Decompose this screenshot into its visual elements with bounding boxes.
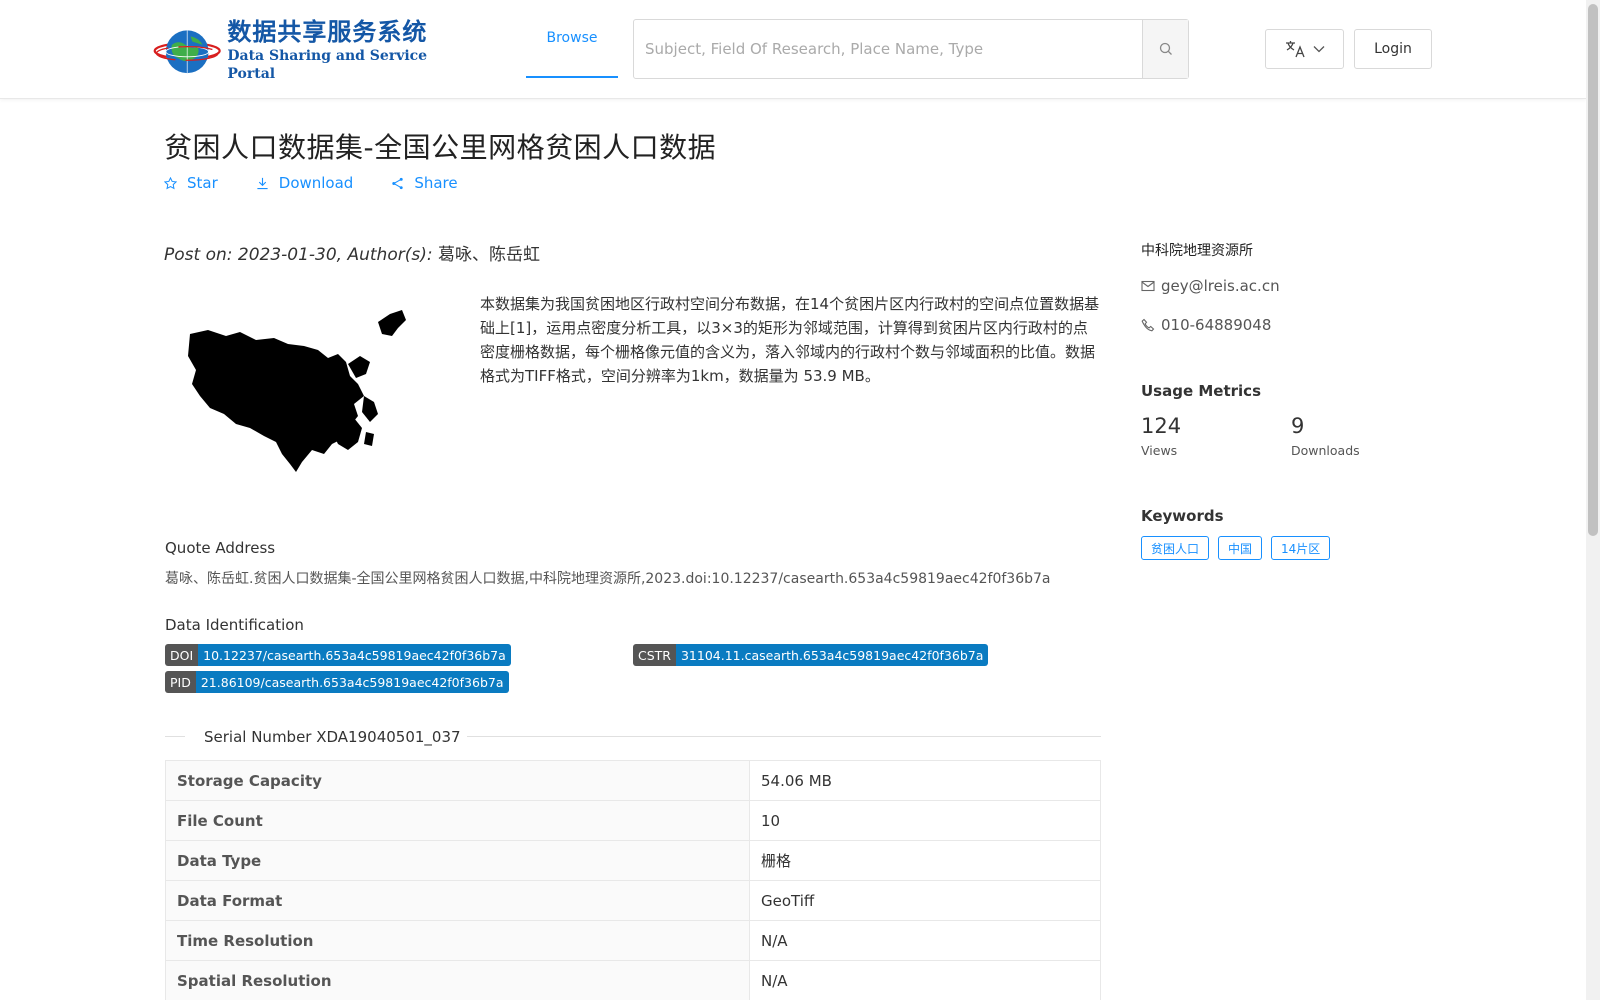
table-cell-value: N/A xyxy=(749,960,1101,1000)
table-row: File Count 10 xyxy=(165,800,1101,841)
globe-logo-icon xyxy=(153,30,221,74)
cstr-badge[interactable]: CSTR 31104.11.casearth.653a4c59819aec42f… xyxy=(633,644,989,666)
table-cell-key: Time Resolution xyxy=(165,920,750,961)
cstr-badge-value: 31104.11.casearth.653a4c59819aec42f0f36b… xyxy=(675,644,989,666)
divider xyxy=(165,736,185,737)
table-row: Spatial Resolution N/A xyxy=(165,960,1101,1000)
email-text: gey@lreis.ac.cn xyxy=(1161,277,1280,295)
table-cell-key: Spatial Resolution xyxy=(165,960,750,1000)
login-button[interactable]: Login xyxy=(1354,29,1432,69)
data-identification-label: Data Identification xyxy=(165,616,304,634)
page-title: 贫困人口数据集-全国公里网格贫困人口数据 xyxy=(164,131,717,164)
downloads-count: 9 xyxy=(1291,414,1305,438)
top-navbar: 数据共享服务系统 Data Sharing and Service Portal… xyxy=(0,0,1586,99)
download-button[interactable]: Download xyxy=(256,174,354,192)
table-row: Time Resolution N/A xyxy=(165,920,1101,961)
cstr-badge-key: CSTR xyxy=(633,644,676,666)
table-cell-value: 栅格 xyxy=(749,840,1101,881)
doi-badge-value: 10.12237/casearth.653a4c59819aec42f0f36b… xyxy=(198,644,511,666)
logo-title-en: Data Sharing and Service Portal xyxy=(227,48,428,82)
star-label: Star xyxy=(187,174,218,192)
table-row: Data Type 栅格 xyxy=(165,840,1101,881)
pid-badge[interactable]: PID 21.86109/casearth.653a4c59819aec42f0… xyxy=(165,671,509,693)
table-cell-key: File Count xyxy=(165,800,750,841)
quote-address-label: Quote Address xyxy=(165,539,276,557)
share-button[interactable]: Share xyxy=(391,174,458,192)
table-cell-value: 54.06 MB xyxy=(749,760,1101,801)
doi-badge[interactable]: DOI 10.12237/casearth.653a4c59819aec42f0… xyxy=(165,644,511,666)
table-row: Storage Capacity 54.06 MB xyxy=(165,760,1101,801)
keyword-tag[interactable]: 贫困人口 xyxy=(1141,536,1210,560)
table-cell-value: GeoTiff xyxy=(749,880,1101,921)
usage-metrics-title: Usage Metrics xyxy=(1141,382,1261,400)
download-label: Download xyxy=(278,174,354,192)
contact-email[interactable]: gey@lreis.ac.cn xyxy=(1141,277,1280,295)
logo-title-cn: 数据共享服务系统 xyxy=(227,18,428,46)
keyword-tag[interactable]: 中国 xyxy=(1218,536,1263,560)
table-cell-value: 10 xyxy=(749,800,1101,841)
table-cell-key: Data Format xyxy=(165,880,750,921)
quote-address-text: 葛咏、陈岳虹.贫困人口数据集-全国公里网格贫困人口数据,中科院地理资源所,202… xyxy=(165,571,1051,587)
keyword-list: 贫困人口 中国 14片区 xyxy=(1141,536,1331,560)
chevron-down-icon xyxy=(1313,46,1324,53)
search-bar xyxy=(633,19,1189,79)
downloads-label: Downloads xyxy=(1291,443,1360,458)
action-bar: Star Download Share xyxy=(164,174,458,192)
dataset-info-table: Storage Capacity 54.06 MB File Count 10 … xyxy=(165,760,1101,1000)
pid-badge-key: PID xyxy=(165,671,196,693)
star-button[interactable]: Star xyxy=(164,174,218,192)
translate-icon xyxy=(1285,41,1305,58)
search-input[interactable] xyxy=(634,20,1142,78)
site-logo[interactable]: 数据共享服务系统 Data Sharing and Service Portal xyxy=(153,18,443,82)
nav-browse[interactable]: Browse xyxy=(526,0,618,78)
share-icon xyxy=(392,177,404,189)
views-count: 124 xyxy=(1141,414,1182,438)
contact-phone: 010-64889048 xyxy=(1141,316,1271,334)
divider xyxy=(467,736,1101,737)
table-cell-key: Storage Capacity xyxy=(165,760,750,801)
serial-number: Serial Number XDA19040501_037 xyxy=(204,728,461,746)
table-row: Data Format GeoTiff xyxy=(165,880,1101,921)
phone-icon xyxy=(1141,318,1155,332)
post-date-text: Post on: 2023-01-30, Author(s): xyxy=(164,245,438,265)
scrollbar-thumb[interactable] xyxy=(1588,4,1598,536)
dataset-thumbnail-map xyxy=(188,310,406,472)
mail-icon xyxy=(1141,280,1155,292)
keywords-title: Keywords xyxy=(1141,507,1224,525)
language-switcher[interactable] xyxy=(1265,29,1344,69)
search-icon xyxy=(1159,42,1172,55)
share-label: Share xyxy=(414,174,458,192)
table-cell-key: Data Type xyxy=(165,840,750,881)
authors: 葛咏、陈岳虹 xyxy=(437,245,540,265)
post-info: Post on: 2023-01-30, Author(s): 葛咏、陈岳虹 xyxy=(164,240,540,265)
search-button[interactable] xyxy=(1142,20,1188,78)
pid-badge-value: 21.86109/casearth.653a4c59819aec42f0f36b… xyxy=(195,671,509,693)
dataset-description: 本数据集为我国贫困地区行政村空间分布数据，在14个贫困片区内行政村的空间点位置数… xyxy=(480,295,1100,385)
download-icon xyxy=(257,177,268,189)
views-label: Views xyxy=(1141,443,1178,458)
phone-text: 010-64889048 xyxy=(1161,316,1272,334)
table-cell-value: N/A xyxy=(749,920,1101,961)
doi-badge-key: DOI xyxy=(165,644,199,666)
organization-name: 中科院地理资源所 xyxy=(1141,243,1253,259)
keyword-tag[interactable]: 14片区 xyxy=(1271,536,1331,560)
star-icon xyxy=(164,176,177,189)
